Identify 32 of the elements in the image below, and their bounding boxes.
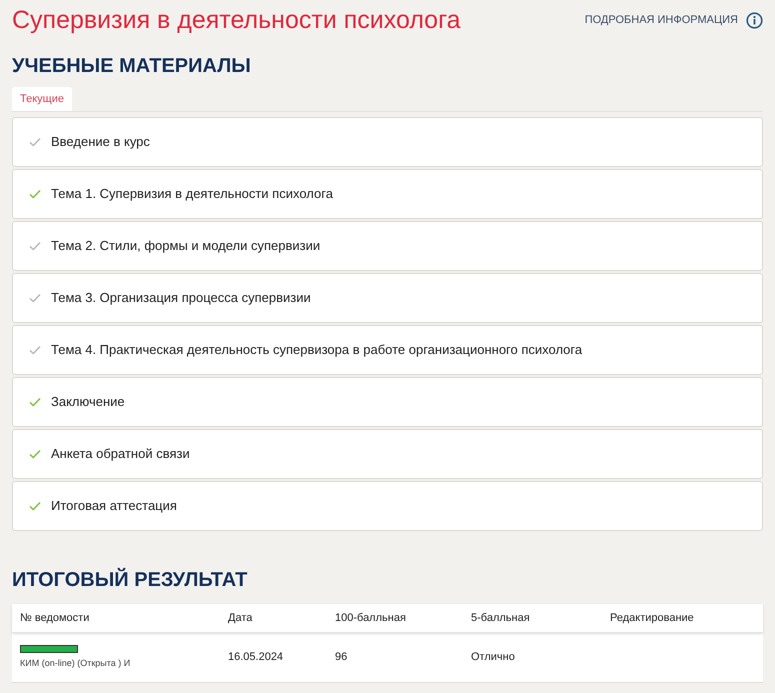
item-title: Тема 4. Практическая деятельность супервизора в работе организационного психолога bbox=[51, 341, 582, 360]
item-title: Введение в курс bbox=[51, 133, 150, 152]
table-cell-text: КИМ (on-line) (Открыта ) И bbox=[20, 656, 132, 670]
item-title: Тема 3. Организация процесса супервизии bbox=[51, 289, 311, 308]
material-item[interactable]: Введение в курс bbox=[12, 117, 763, 167]
item-title: Тема 2. Стили, формы и модели супервизии bbox=[51, 237, 320, 256]
column-header: Редактирование bbox=[609, 610, 695, 626]
material-item[interactable]: Тема 1. Супервизия в деятельности психолога bbox=[12, 169, 763, 219]
info-icon bbox=[746, 12, 763, 28]
material-item[interactable]: Анкета обратной связи bbox=[12, 429, 763, 479]
column-header: 100-балльная bbox=[334, 610, 407, 626]
section-heading: УЧЕБНЫЕ МАТЕРИАЛЫ bbox=[12, 54, 252, 79]
item-title: Анкета обратной связи bbox=[51, 445, 190, 464]
page-title: Супервизия в деятельности психолога bbox=[12, 5, 461, 36]
column-header: 5-балльная bbox=[470, 610, 531, 626]
material-item[interactable]: Тема 2. Стили, формы и модели супервизии bbox=[12, 221, 763, 271]
column-header: № ведомости bbox=[19, 610, 90, 626]
item-title: Тема 1. Супервизия в деятельности психолога bbox=[51, 185, 333, 204]
tab[interactable]: Текущие bbox=[12, 87, 72, 111]
section-heading: ИТОГОВЫЙ РЕЗУЛЬТАТ bbox=[12, 567, 248, 593]
info-link[interactable]: ПОДРОБНАЯ ИНФОРМАЦИЯ bbox=[584, 12, 763, 28]
column-header: Дата bbox=[227, 610, 254, 626]
material-item[interactable]: Тема 3. Организация процесса супервизии bbox=[12, 273, 763, 323]
material-item[interactable]: Тема 4. Практическая деятельность супервизора в работе организационного психолога bbox=[12, 325, 763, 375]
material-item[interactable]: Заключение bbox=[12, 377, 763, 427]
item-title: Заключение bbox=[51, 393, 125, 412]
table-cell: 96 bbox=[335, 651, 348, 664]
progress-bar bbox=[20, 644, 78, 653]
material-item[interactable]: Итоговая аттестация bbox=[12, 481, 763, 531]
table-cell: Отлично bbox=[471, 651, 515, 664]
table-cell: 16.05.2024 bbox=[228, 651, 284, 664]
item-title: Итоговая аттестация bbox=[51, 497, 177, 516]
